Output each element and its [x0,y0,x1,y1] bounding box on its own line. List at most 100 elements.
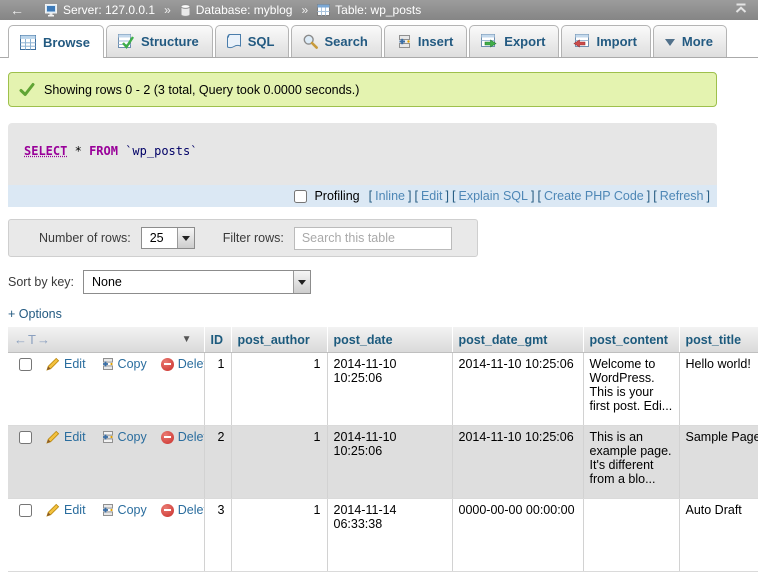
row-checkbox[interactable] [19,431,32,444]
filter-table-input[interactable] [294,227,452,250]
import-icon [573,34,589,49]
copy-row-link[interactable]: Copy [100,430,147,444]
column-header-post-date[interactable]: post_date [327,327,452,353]
cell-post-content [583,499,679,572]
sort-descending-icon[interactable]: ▼ [182,334,192,345]
edit-row-link[interactable]: Edit [46,503,86,517]
tab-structure[interactable]: Structure [106,25,213,57]
sort-by-key-select[interactable]: None [83,270,311,294]
breadcrumb: ← Server: 127.0.0.1 » Database: myblog »… [0,0,758,20]
bracket: [ [653,189,656,203]
column-header-post-title[interactable]: post_title [679,327,758,353]
tab-insert[interactable]: Insert [384,25,467,57]
tab-browse-label: Browse [43,35,90,50]
delete-row-link[interactable]: Delete [161,503,204,517]
results-table: ←T→ ▼ ID post_author post_date post_date… [8,327,758,572]
tab-search[interactable]: Search [291,25,382,57]
chevron-down-icon [293,271,310,293]
cell-id: 2 [204,426,231,499]
export-icon [481,34,497,49]
actions-header: ←T→ ▼ [8,327,204,353]
column-header-post-content[interactable]: post_content [583,327,679,353]
copy-row-link[interactable]: Copy [100,357,147,371]
cell-post-date: 2014-11-10 10:25:06 [327,426,452,499]
profiling-checkbox[interactable] [294,190,307,203]
table-icon [317,4,330,16]
options-toggle-link[interactable]: + Options [8,307,62,321]
browse-icon [20,35,36,50]
tab-sql[interactable]: SQL [215,25,289,57]
tab-import-label: Import [596,34,636,49]
copy-label: Copy [118,357,147,371]
cell-post-author: 1 [231,499,327,572]
column-header-post-author[interactable]: post_author [231,327,327,353]
back-arrow-icon[interactable]: ← [10,2,24,18]
number-of-rows-select[interactable]: 25 [141,227,195,249]
search-icon [303,34,318,49]
bracket: [ [414,189,417,203]
bracket: ] [707,189,710,203]
breadcrumb-server-label: Server: 127.0.0.1 [63,3,155,17]
edit-row-link[interactable]: Edit [46,357,86,371]
tab-export[interactable]: Export [469,25,559,57]
breadcrumb-separator: » [164,3,171,17]
copy-icon [100,357,114,371]
copy-label: Copy [118,503,147,517]
delete-row-link[interactable]: Delete [161,430,204,444]
edit-label: Edit [64,503,86,517]
collapse-icon[interactable] [734,3,748,17]
tab-browse[interactable]: Browse [8,25,104,58]
sql-keyword-select[interactable]: SELECT [24,144,67,158]
explain-sql-link[interactable]: Explain SQL [458,189,527,203]
column-header-post-date-gmt[interactable]: post_date_gmt [452,327,583,353]
tab-structure-label: Structure [141,34,199,49]
cell-post-content: This is an example page. It's different … [583,426,679,499]
sql-table-name: `wp_posts` [125,144,197,158]
delete-icon [161,504,174,517]
create-php-code-link[interactable]: Create PHP Code [544,189,644,203]
row-checkbox[interactable] [19,504,32,517]
tab-import[interactable]: Import [561,25,650,57]
number-of-rows-value: 25 [142,228,177,248]
delete-label: Delete [178,503,204,517]
cell-post-date-gmt: 2014-11-10 10:25:06 [452,353,583,426]
edit-row-link[interactable]: Edit [46,430,86,444]
tab-search-label: Search [325,34,368,49]
cell-id: 3 [204,499,231,572]
refresh-link[interactable]: Refresh [660,189,704,203]
tab-insert-label: Insert [418,34,453,49]
pencil-icon [46,357,60,371]
inline-link[interactable]: Inline [375,189,405,203]
row-options-panel: Number of rows: 25 Filter rows: [8,219,478,257]
pencil-icon [46,503,60,517]
status-message-text: Showing rows 0 - 2 (3 total, Query took … [44,83,359,97]
tab-more-label: More [682,34,713,49]
column-header-id[interactable]: ID [204,327,231,353]
database-icon [180,4,191,17]
row-checkbox[interactable] [19,358,32,371]
table-row: Edit Copy Delete 1 1 2014-11-10 10:25:06… [8,353,758,426]
copy-label: Copy [118,430,147,444]
tab-more[interactable]: More [653,25,727,57]
breadcrumb-table[interactable]: Table: wp_posts [317,3,421,17]
edit-query-link[interactable]: Edit [421,189,443,203]
table-header-row: ←T→ ▼ ID post_author post_date post_date… [8,327,758,353]
delete-icon [161,431,174,444]
sort-by-key-label: Sort by key: [8,275,74,289]
sql-star: * [75,144,82,158]
delete-row-link[interactable]: Delete [161,357,204,371]
bracket: ] [446,189,449,203]
cell-post-date-gmt: 2014-11-10 10:25:06 [452,426,583,499]
column-marker-icon[interactable]: ←T→ [14,332,51,347]
chevron-down-icon [177,228,194,248]
cell-id: 1 [204,353,231,426]
bracket: [ [369,189,372,203]
cell-post-author: 1 [231,353,327,426]
bracket: ] [408,189,411,203]
sql-query-display: SELECT * FROM `wp_posts` [8,123,717,185]
breadcrumb-database[interactable]: Database: myblog [180,3,293,17]
copy-icon [100,430,114,444]
profiling-label: Profiling [314,189,359,203]
breadcrumb-server[interactable]: Server: 127.0.0.1 [45,3,155,17]
copy-row-link[interactable]: Copy [100,503,147,517]
